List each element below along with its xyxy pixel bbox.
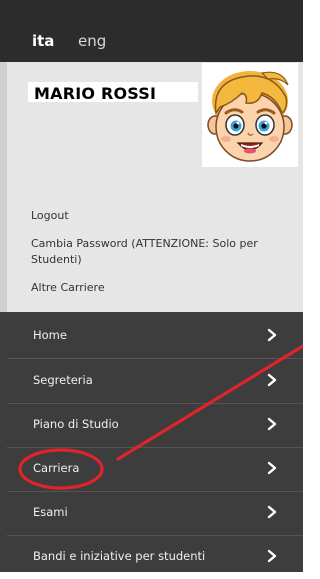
chevron-right-icon [267, 461, 277, 475]
nav-item-esami[interactable]: Esami [7, 491, 303, 536]
language-ita-link[interactable]: ita [32, 31, 54, 51]
other-careers-link[interactable]: Altre Carriere [31, 280, 105, 296]
chevron-right-icon [267, 417, 277, 431]
avatar [202, 63, 298, 167]
nav-item-carriera[interactable]: Carriera [7, 447, 303, 492]
nav-item-label: Carriera [33, 461, 80, 475]
nav-item-bandi[interactable]: Bandi e iniziative per studenti [7, 535, 303, 579]
chevron-right-icon [267, 549, 277, 563]
chevron-right-icon [267, 505, 277, 519]
nav-item-segreteria[interactable]: Segreteria [7, 359, 303, 404]
nav-item-label: Segreteria [33, 373, 93, 387]
nav-item-piano-di-studio[interactable]: Piano di Studio [7, 403, 303, 448]
profile-side-stripe [0, 62, 7, 312]
logout-link[interactable]: Logout [31, 208, 69, 224]
nav-item-label: Piano di Studio [33, 417, 119, 431]
cartoon-boy-avatar-icon [207, 71, 293, 162]
change-password-link[interactable]: Cambia Password (ATTENZIONE: Solo per St… [31, 236, 281, 268]
nav-item-label: Bandi e iniziative per studenti [33, 549, 206, 563]
nav-item-label: Esami [33, 505, 68, 519]
chevron-right-icon [267, 373, 277, 387]
nav-item-home[interactable]: Home [7, 314, 303, 359]
chevron-right-icon [267, 328, 277, 342]
language-bar: ita eng [0, 0, 303, 62]
language-eng-link[interactable]: eng [78, 31, 106, 51]
nav-item-label: Home [33, 328, 67, 342]
user-name: MARIO ROSSI [34, 84, 157, 103]
